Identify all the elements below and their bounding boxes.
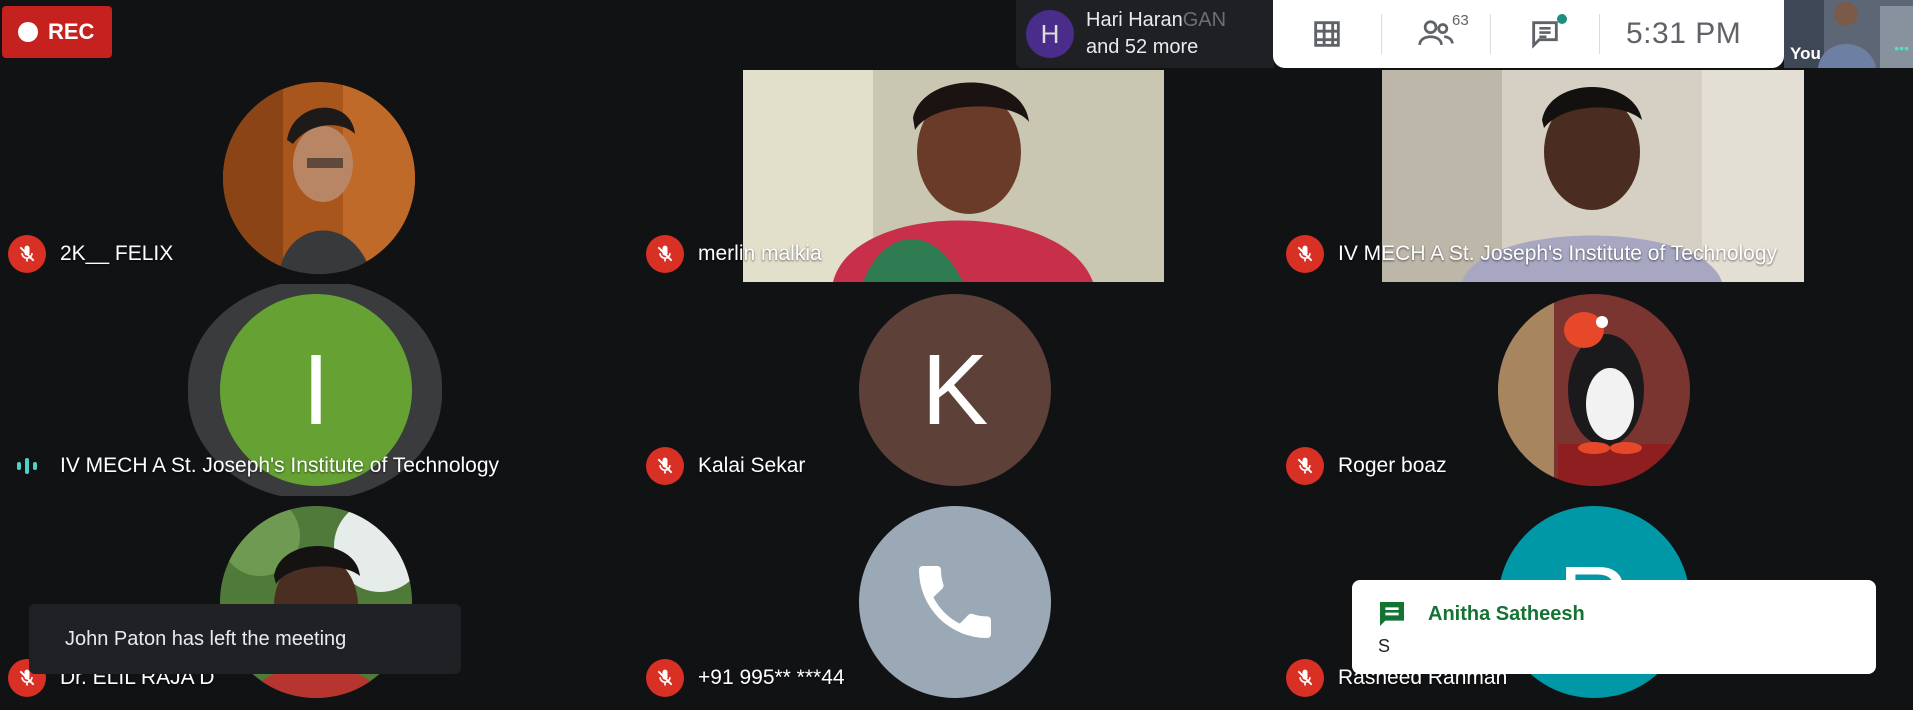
toast-text: John Paton has left the meeting — [65, 627, 347, 650]
participants-button[interactable]: 63 — [1382, 0, 1490, 68]
participant-name-row: IV MECH A St. Joseph's Institute of Tech… — [8, 446, 499, 486]
recording-label: REC — [48, 19, 95, 44]
phone-icon — [919, 566, 991, 638]
grid-icon — [1314, 21, 1340, 47]
participant-tile[interactable]: IV MECH A St. Joseph's Institute of Tech… — [1276, 70, 1913, 282]
speaking-indicator-icon — [8, 447, 46, 485]
more-dots-icon[interactable]: ••• — [1894, 40, 1909, 56]
recording-badge: REC — [2, 6, 112, 58]
participant-name: 2K__ FELIX — [60, 242, 174, 265]
mic-off-icon — [646, 659, 684, 697]
layout-button[interactable] — [1273, 0, 1381, 68]
participant-avatar-photo — [1498, 294, 1690, 486]
participant-name: IV MECH A St. Joseph's Institute of Tech… — [60, 454, 500, 477]
phone-participant-avatar — [859, 506, 1051, 698]
self-label: You — [1790, 44, 1821, 63]
notification-toast: John Paton has left the meeting — [29, 604, 461, 674]
separator — [1599, 14, 1600, 54]
participant-tile[interactable]: merlin malkia — [636, 70, 1276, 282]
speaker-name-trail: GAN — [1182, 9, 1227, 31]
participant-name: Roger boaz — [1338, 454, 1447, 477]
mic-off-icon — [1286, 659, 1324, 697]
mic-off-icon — [1286, 447, 1324, 485]
participant-avatar-photo — [223, 82, 415, 274]
people-icon — [1418, 20, 1454, 46]
participant-tile[interactable]: K Kalai Sekar — [636, 284, 1276, 496]
participant-name: Kalai Sekar — [698, 454, 806, 477]
participant-name: merlin malkia — [698, 242, 822, 265]
speaker-name: Hari Haran — [1086, 9, 1183, 31]
participant-name-row: 2K__ FELIX — [8, 234, 173, 274]
self-view-tile[interactable]: You ••• — [1784, 0, 1913, 68]
participant-avatar-initial: K — [859, 294, 1051, 486]
participant-name-row: Kalai Sekar — [646, 446, 805, 486]
meeting-top-bar: 63 5:31 PM — [1273, 0, 1784, 68]
active-speakers-chip[interactable]: H Hari HaranGAN and 52 more — [1016, 0, 1274, 68]
meeting-clock: 5:31 PM — [1626, 17, 1742, 50]
participant-tile[interactable]: I IV MECH A St. Joseph's Institute of Te… — [0, 284, 636, 496]
chat-message-text: S — [1378, 636, 1391, 656]
mic-off-icon — [8, 235, 46, 273]
participant-name-row: +91 995** ***44 — [646, 658, 845, 698]
participant-name-row: Roger boaz — [1286, 446, 1447, 486]
mic-off-icon — [646, 447, 684, 485]
chat-sender: Anitha Satheesh — [1428, 602, 1585, 625]
speaker-more: and 52 more — [1086, 36, 1199, 58]
chat-unread-dot — [1557, 14, 1567, 24]
participant-name: IV MECH A St. Joseph's Institute of Tech… — [1338, 242, 1778, 265]
participant-name: +91 995** ***44 — [698, 666, 845, 689]
participant-name-row: IV MECH A St. Joseph's Institute of Tech… — [1286, 234, 1777, 274]
chat-icon — [1532, 21, 1558, 49]
chat-message-popup[interactable]: Anitha Satheesh S — [1352, 580, 1876, 674]
chat-message-icon — [1380, 602, 1404, 626]
participant-tile[interactable]: Roger boaz — [1276, 284, 1913, 496]
mic-off-icon — [646, 235, 684, 273]
chat-button[interactable] — [1491, 0, 1599, 68]
participant-name-row: merlin malkia — [646, 234, 822, 274]
mic-off-icon — [1286, 235, 1324, 273]
participants-count: 63 — [1452, 12, 1469, 29]
participant-tile[interactable]: 2K__ FELIX — [0, 70, 636, 282]
speaker-avatar: H — [1026, 10, 1074, 58]
record-dot-icon — [18, 22, 38, 42]
